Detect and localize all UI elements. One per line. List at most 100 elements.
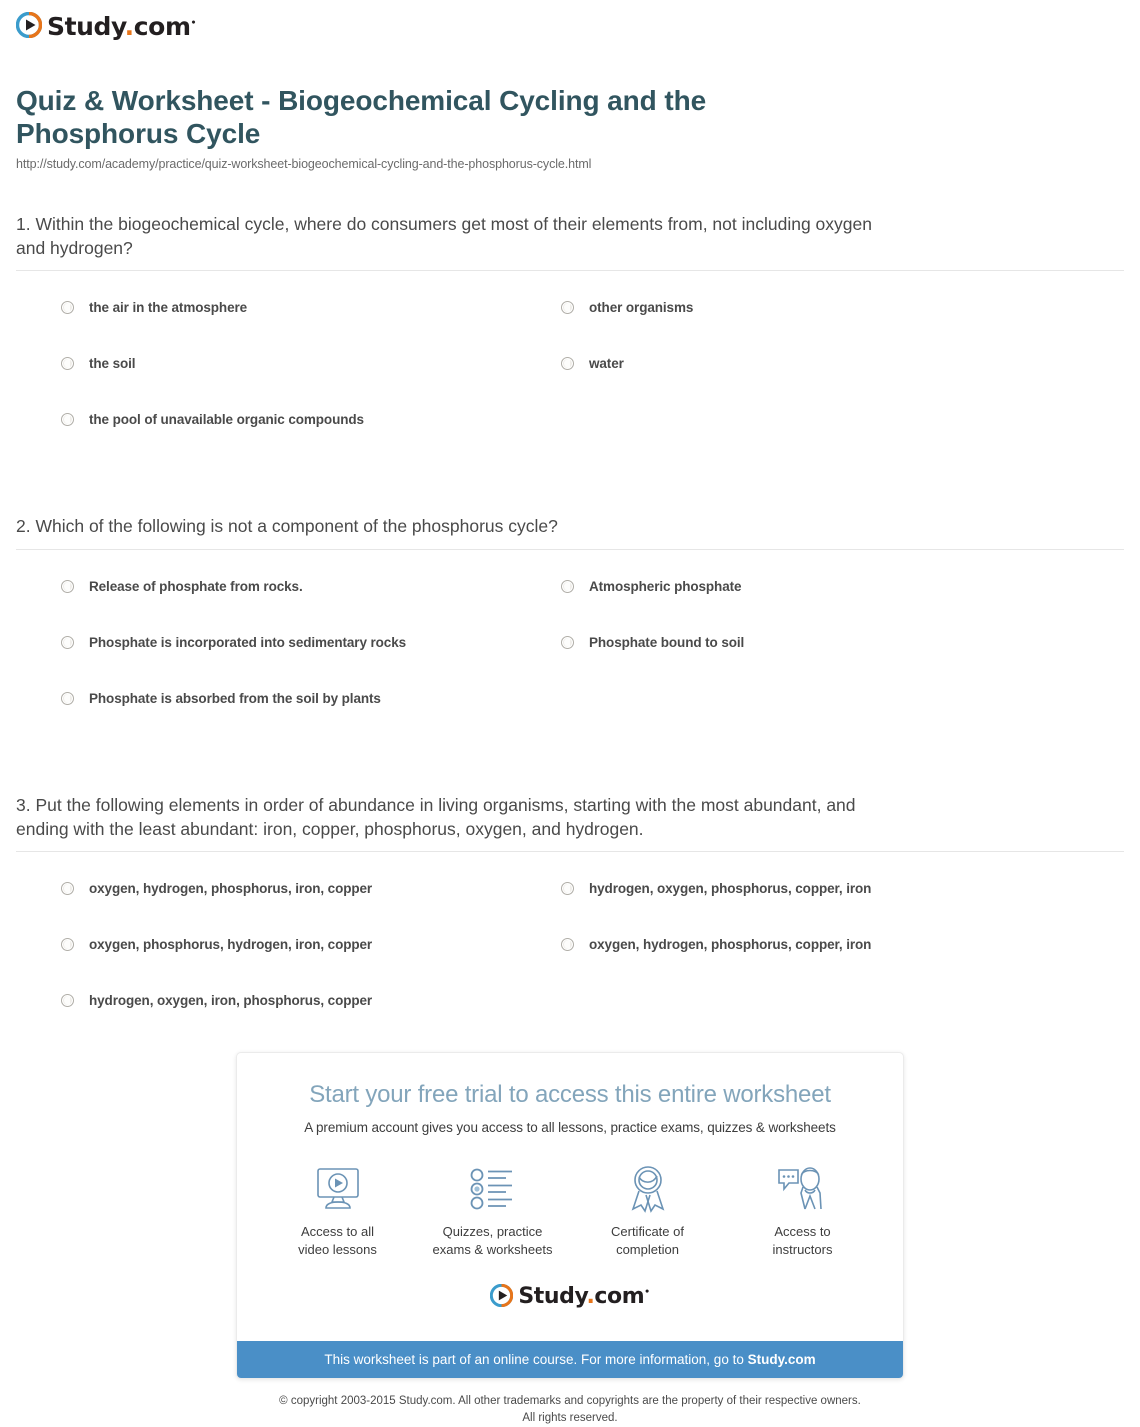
studycom-logo[interactable]: Study.com• xyxy=(15,11,196,39)
radio-button-icon[interactable] xyxy=(561,882,574,896)
answer-label: Release of phosphate from rocks. xyxy=(89,578,303,594)
radio-button-icon[interactable] xyxy=(61,579,74,593)
logo-wordmark: Study.com• xyxy=(518,1283,650,1309)
answer-label: oxygen, hydrogen, phosphorus, iron, copp… xyxy=(89,881,373,897)
feature-label: Access to instructors xyxy=(772,1224,833,1257)
answer-option[interactable]: oxygen, hydrogen, phosphorus, iron, copp… xyxy=(61,870,561,926)
feature-label: Quizzes, practice exams & worksheets xyxy=(432,1224,553,1257)
feature-label: Access to all video lessons xyxy=(298,1224,377,1257)
question-text: 1. Within the biogeochemical cycle, wher… xyxy=(16,214,872,258)
question-block-1: 1. Within the biogeochemical cycle, wher… xyxy=(16,213,1124,457)
radio-button-icon[interactable] xyxy=(61,994,74,1008)
radio-button-icon[interactable] xyxy=(561,938,574,952)
promo-body: Start your free trial to access this ent… xyxy=(237,1053,903,1323)
answer-label: other organisms xyxy=(589,300,694,316)
answer-option[interactable]: water xyxy=(561,345,1061,401)
feature-item-instructors: Access to instructors xyxy=(725,1161,880,1258)
radio-button-icon[interactable] xyxy=(61,691,74,705)
banner-link[interactable]: Study.com xyxy=(748,1352,816,1367)
answer-label: hydrogen, oxygen, iron, phosphorus, copp… xyxy=(89,993,373,1009)
radio-button-icon[interactable] xyxy=(61,635,74,649)
feature-item-video-lessons: Access to all video lessons xyxy=(260,1161,415,1258)
answer-options: oxygen, hydrogen, phosphorus, iron, copp… xyxy=(16,852,1124,1038)
question-block-3: 3. Put the following elements in order o… xyxy=(16,794,1124,1038)
answer-option[interactable]: Phosphate is absorbed from the soil by p… xyxy=(61,680,561,736)
answer-option[interactable]: Atmospheric phosphate xyxy=(561,568,1061,624)
promo-section: Start your free trial to access this ent… xyxy=(0,1052,1140,1380)
answer-label: the air in the atmosphere xyxy=(89,300,248,316)
promo-subtitle: A premium account gives you access to al… xyxy=(304,1120,836,1136)
play-circle-icon xyxy=(15,11,43,39)
promo-studycom-logo[interactable]: Study.com• xyxy=(257,1283,883,1309)
instructor-chat-icon xyxy=(725,1161,880,1217)
copyright-line-1: © copyright 2003-2015 Study.com. All oth… xyxy=(279,1395,861,1408)
feature-item-quizzes: Quizzes, practice exams & worksheets xyxy=(415,1161,570,1258)
answer-option[interactable]: oxygen, phosphorus, hydrogen, iron, copp… xyxy=(61,926,561,982)
answer-option-empty xyxy=(561,680,1061,736)
title-section: Quiz & Worksheet - Biogeochemical Cyclin… xyxy=(0,52,1140,171)
answer-option[interactable]: hydrogen, oxygen, iron, phosphorus, copp… xyxy=(61,982,561,1038)
page-title: Quiz & Worksheet - Biogeochemical Cyclin… xyxy=(16,85,707,150)
answer-label: oxygen, hydrogen, phosphorus, copper, ir… xyxy=(589,937,872,953)
question-block-2: 2. Which of the following is not a compo… xyxy=(16,515,1124,736)
answer-option[interactable]: Phosphate is incorporated into sedimenta… xyxy=(61,624,561,680)
feature-label: Certificate of completion xyxy=(611,1224,684,1257)
answer-label: Phosphate is absorbed from the soil by p… xyxy=(89,690,381,706)
award-ribbon-icon xyxy=(570,1161,725,1217)
answer-options: Release of phosphate from rocks. Phospha… xyxy=(16,550,1124,736)
logo-word-com: com xyxy=(133,11,191,41)
copyright-line-2: All rights reserved. xyxy=(522,1411,618,1424)
answer-option[interactable]: Phosphate bound to soil xyxy=(561,624,1061,680)
answer-label: Phosphate bound to soil xyxy=(589,634,745,650)
answer-option-empty xyxy=(561,982,1061,1038)
logo-word-study: Study xyxy=(47,11,125,41)
monitor-play-icon xyxy=(260,1161,415,1217)
radio-button-icon[interactable] xyxy=(561,635,574,649)
answer-label: hydrogen, oxygen, phosphorus, copper, ir… xyxy=(589,881,872,897)
answer-label: the pool of unavailable organic compound… xyxy=(89,412,364,428)
banner-text: This worksheet is part of an online cour… xyxy=(324,1352,748,1368)
answer-label: water xyxy=(589,356,624,372)
play-circle-icon xyxy=(490,1284,514,1308)
feature-list: Access to all video lessons Quizzes, pra… xyxy=(257,1161,883,1258)
trademark-mark: • xyxy=(644,1287,650,1298)
promo-title: Start your free trial to access this ent… xyxy=(309,1081,831,1109)
answer-options: the air in the atmosphere the soil the p… xyxy=(16,271,1124,457)
answer-option[interactable]: Release of phosphate from rocks. xyxy=(61,568,561,624)
question-text: 2. Which of the following is not a compo… xyxy=(16,516,558,537)
answer-option[interactable]: hydrogen, oxygen, phosphorus, copper, ir… xyxy=(561,870,1061,926)
logo-word-study: Study xyxy=(518,1283,587,1309)
radio-button-icon[interactable] xyxy=(61,357,74,371)
radio-button-icon[interactable] xyxy=(61,882,74,896)
answer-option[interactable]: other organisms xyxy=(561,289,1061,345)
online-course-banner[interactable]: This worksheet is part of an online cour… xyxy=(237,1341,903,1379)
questions-list: 1. Within the biogeochemical cycle, wher… xyxy=(0,213,1140,1038)
copyright-footer: © copyright 2003-2015 Study.com. All oth… xyxy=(0,1393,1140,1426)
answer-label: Atmospheric phosphate xyxy=(589,578,742,594)
answer-label: oxygen, phosphorus, hydrogen, iron, copp… xyxy=(89,937,373,953)
radio-button-icon[interactable] xyxy=(561,301,574,315)
radio-button-icon[interactable] xyxy=(61,938,74,952)
trademark-mark: • xyxy=(190,18,197,29)
page-url: http://study.com/academy/practice/quiz-w… xyxy=(16,157,592,172)
checklist-icon xyxy=(415,1161,570,1217)
answer-option[interactable]: the air in the atmosphere xyxy=(61,289,561,345)
answer-option[interactable]: the soil xyxy=(61,345,561,401)
answer-label: Phosphate is incorporated into sedimenta… xyxy=(89,634,407,650)
feature-item-certificate: Certificate of completion xyxy=(570,1161,725,1258)
radio-button-icon[interactable] xyxy=(61,301,74,315)
free-trial-card: Start your free trial to access this ent… xyxy=(236,1052,904,1380)
radio-button-icon[interactable] xyxy=(561,357,574,371)
question-text: 3. Put the following elements in order o… xyxy=(16,794,856,839)
answer-option-empty xyxy=(561,401,1061,457)
answer-label: the soil xyxy=(89,356,136,372)
radio-button-icon[interactable] xyxy=(61,413,74,427)
logo-dot: . xyxy=(124,11,135,41)
answer-option[interactable]: oxygen, hydrogen, phosphorus, copper, ir… xyxy=(561,926,1061,982)
answer-option[interactable]: the pool of unavailable organic compound… xyxy=(61,401,561,457)
page-header: Study.com• xyxy=(0,0,1140,52)
logo-wordmark: Study.com• xyxy=(47,14,196,39)
radio-button-icon[interactable] xyxy=(561,579,574,593)
